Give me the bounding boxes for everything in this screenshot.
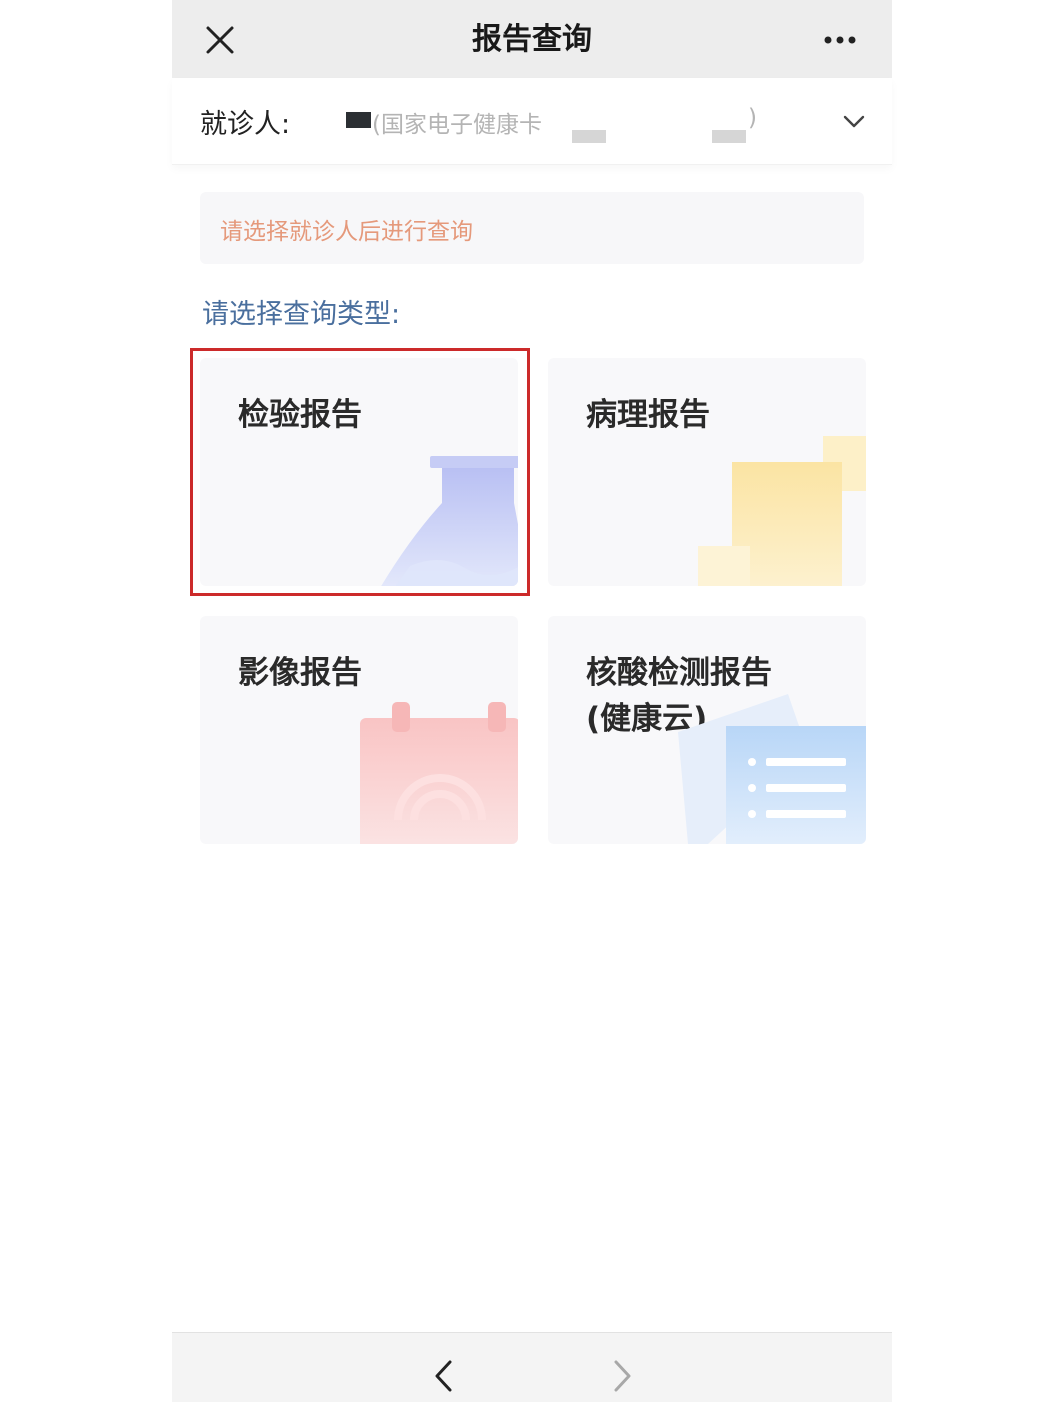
card-title-line1: 核酸检测报告 — [586, 655, 772, 691]
document-stack-icon — [698, 436, 866, 586]
card-imaging-report[interactable]: 影像报告 — [200, 616, 518, 844]
chevron-down-icon[interactable] — [842, 112, 866, 132]
redacted-block — [572, 130, 606, 143]
more-dots-icon[interactable] — [820, 26, 860, 54]
patient-card-value: (国家电子健康卡 — [372, 112, 542, 138]
card-title: 病理报告 — [586, 397, 710, 433]
select-type-label: 请选择查询类型: — [202, 299, 401, 330]
chevron-right-icon[interactable] — [606, 1359, 636, 1393]
card-title: 影像报告 — [238, 655, 362, 691]
calendar-scan-icon — [360, 702, 518, 844]
redacted-block — [712, 130, 746, 143]
card-pathology-report[interactable]: 病理报告 — [548, 358, 866, 586]
redacted-name — [346, 112, 371, 128]
page-title: 报告查询 — [472, 22, 592, 57]
patient-label: 就诊人: — [200, 109, 291, 140]
patient-value-close: ) — [748, 105, 757, 131]
phone-screen: 报告查询 就诊人: (国家电子健康卡 ) 请选择就诊人后进行查询 请选择查询类型… — [172, 0, 892, 1402]
list-document-icon — [678, 694, 866, 844]
card-title: 检验报告 — [238, 397, 362, 433]
patient-selector[interactable]: 就诊人: (国家电子健康卡 ) — [172, 78, 892, 165]
chevron-left-icon[interactable] — [430, 1359, 460, 1393]
card-lab-report[interactable]: 检验报告 — [200, 358, 518, 586]
hint-text: 请选择就诊人后进行查询 — [220, 219, 473, 245]
bottom-nav-bar — [172, 1332, 892, 1402]
hint-box: 请选择就诊人后进行查询 — [200, 192, 864, 264]
card-nucleic-acid-report[interactable]: 核酸检测报告 (健康云) — [548, 616, 866, 844]
top-bar: 报告查询 — [172, 0, 892, 78]
flask-icon — [381, 456, 518, 586]
